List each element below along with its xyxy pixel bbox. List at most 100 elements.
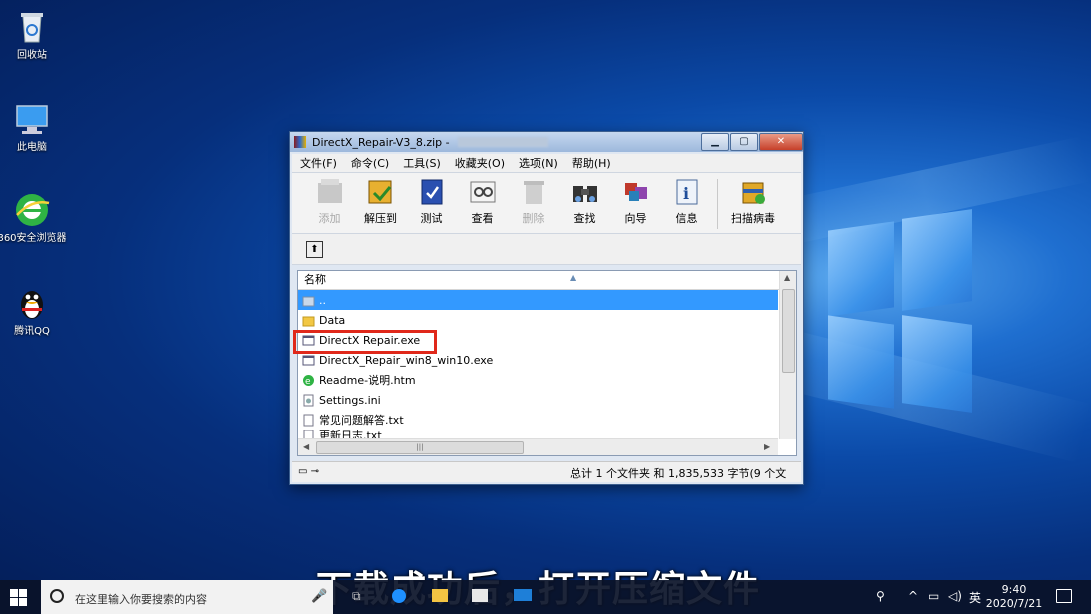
horizontal-scroll-thumb[interactable]: ||| [316,441,524,454]
menu-favorites[interactable]: 收藏夹(O) [455,155,505,171]
task-view-icon[interactable]: ⧉ [352,589,361,604]
edge-browser-icon[interactable] [392,589,406,603]
settings-file-icon [302,394,315,407]
file-row-parent[interactable]: .. [298,290,778,310]
people-icon[interactable]: ⚲ [876,589,885,603]
drive-key-icon: ▭ ⊸ [298,466,320,477]
menu-tools[interactable]: 工具(S) [403,155,441,171]
folder-up-icon [302,294,315,307]
status-text: 总计 1 个文件夹 和 1,835,533 字节(9 个文 [570,467,787,480]
wizard-label: 向导 [624,212,647,225]
up-folder-button[interactable]: ⬆ [306,240,323,258]
computer-icon [13,100,51,138]
test-button[interactable]: 测试 [406,177,457,226]
sort-indicator-icon: ▲ [570,273,577,282]
taskbar: 在这里输入你要搜索的内容 🎤 ⧉ ⚲ ^ ▭ ◁) 英 9:40 2020/7/… [0,580,1091,614]
vertical-scrollbar[interactable]: ▲ [779,271,796,439]
address-bar: ⬆ [292,234,801,265]
search-placeholder: 在这里输入你要搜索的内容 [75,593,207,606]
taskbar-search-box[interactable]: 在这里输入你要搜索的内容 🎤 [41,580,333,614]
scroll-up-icon[interactable]: ▲ [784,273,790,282]
status-bar: ▭ ⊸ 总计 1 个文件夹 和 1,835,533 字节(9 个文 [292,461,801,482]
find-button[interactable]: 查找 [559,177,610,226]
svg-text:i: i [683,184,689,203]
horizontal-scrollbar[interactable]: ◀ ||| ▶ [298,438,778,455]
desktop-icon-label: 此电脑 [17,142,47,153]
vertical-scroll-thumb[interactable] [782,289,795,373]
wizard-icon [621,177,651,207]
view-button[interactable]: 查看 [457,177,508,226]
notification-center-icon[interactable] [1056,589,1072,603]
desktop-icon-360-browser[interactable]: 360安全浏览器 [0,191,67,245]
file-name: Settings.ini [319,393,381,407]
test-icon [417,177,447,207]
menu-help[interactable]: 帮助(H) [572,155,611,171]
info-button[interactable]: i 信息 [661,177,712,226]
clock-date: 2020/7/21 [985,597,1043,610]
desktop-icon-this-pc[interactable]: 此电脑 [0,100,67,154]
store-icon[interactable] [472,589,488,602]
menu-command[interactable]: 命令(C) [351,155,389,171]
minimize-button[interactable]: ▁ [701,133,729,151]
file-list[interactable]: 名称 ▲ .. Data DirectX Repair.exe DirectX_… [297,270,797,456]
mail-icon[interactable] [514,589,532,601]
view-label: 查看 [471,212,494,225]
virus-scan-icon [738,177,768,207]
extract-icon [366,177,396,207]
window-title: DirectX_Repair-V3_8.zip - [312,135,450,149]
toolbar-separator [717,179,718,229]
extract-label: 解压到 [364,212,397,225]
exe-icon [302,354,315,367]
menu-file[interactable]: 文件(F) [300,155,337,171]
desktop-icon-recycle-bin[interactable]: 回收站 [0,8,67,62]
desktop-icon-label: 360安全浏览器 [0,233,67,244]
svg-text:e: e [305,377,311,387]
menu-bar: 文件(F) 命令(C) 工具(S) 收藏夹(O) 选项(N) 帮助(H) [292,154,801,172]
extract-button[interactable]: 解压到 [355,177,406,226]
delete-button[interactable]: 删除 [508,177,559,226]
file-row-settings[interactable]: Settings.ini [298,390,796,410]
toolbar: 添加 解压到 测试 查看 删除 查找 向导 i 信息 扫描病毒 [292,172,801,234]
column-header-label: 名称 [304,273,326,286]
cortana-icon [50,589,64,603]
desktop-icon-qq[interactable]: 腾讯QQ [0,284,67,338]
close-button[interactable]: ✕ [759,133,803,151]
input-method-indicator[interactable]: 英 [969,589,981,606]
file-name: Data [319,313,346,327]
add-label: 添加 [318,212,341,225]
text-file-icon [302,414,315,427]
scroll-right-icon[interactable]: ▶ [764,442,770,451]
file-name: DirectX_Repair_win8_win10.exe [319,353,494,367]
clock[interactable]: 9:40 2020/7/21 [984,583,1044,611]
winrar-window[interactable]: DirectX_Repair-V3_8.zip - ▁ ▢ ✕ 文件(F) 命令… [289,131,804,485]
start-button[interactable] [10,589,27,606]
file-row-readme[interactable]: e Readme-说明.htm [298,370,796,390]
file-row-data[interactable]: Data [298,310,796,330]
delete-label: 删除 [522,212,545,225]
column-header-name[interactable]: 名称 ▲ [298,271,796,290]
wizard-button[interactable]: 向导 [610,177,661,226]
add-icon [315,177,345,207]
desktop-icon-label: 腾讯QQ [14,326,50,337]
virus-scan-label: 扫描病毒 [731,212,775,225]
winrar-app-icon [294,136,306,148]
add-button[interactable]: 添加 [304,177,355,226]
penguin-icon [13,284,51,322]
scroll-left-icon[interactable]: ◀ [303,442,309,451]
volume-icon[interactable]: ◁) [948,589,962,603]
microphone-icon[interactable]: 🎤 [311,589,327,604]
maximize-button[interactable]: ▢ [730,133,758,151]
file-explorer-icon[interactable] [432,589,448,602]
recycle-bin-icon [13,8,51,46]
menu-options[interactable]: 选项(N) [519,155,558,171]
virus-scan-button[interactable]: 扫描病毒 [723,177,783,226]
file-row-faq[interactable]: 常见问题解答.txt [298,410,796,430]
clock-time: 9:40 [1001,583,1027,596]
html-file-icon: e [302,374,315,387]
show-hidden-icons-icon[interactable]: ^ [908,589,918,603]
find-label: 查找 [573,212,596,225]
network-icon[interactable]: ▭ [928,589,939,603]
browser-360-icon [13,191,51,229]
file-name: 常见问题解答.txt [319,414,404,427]
title-bar[interactable]: DirectX_Repair-V3_8.zip - ▁ ▢ ✕ [290,132,803,152]
